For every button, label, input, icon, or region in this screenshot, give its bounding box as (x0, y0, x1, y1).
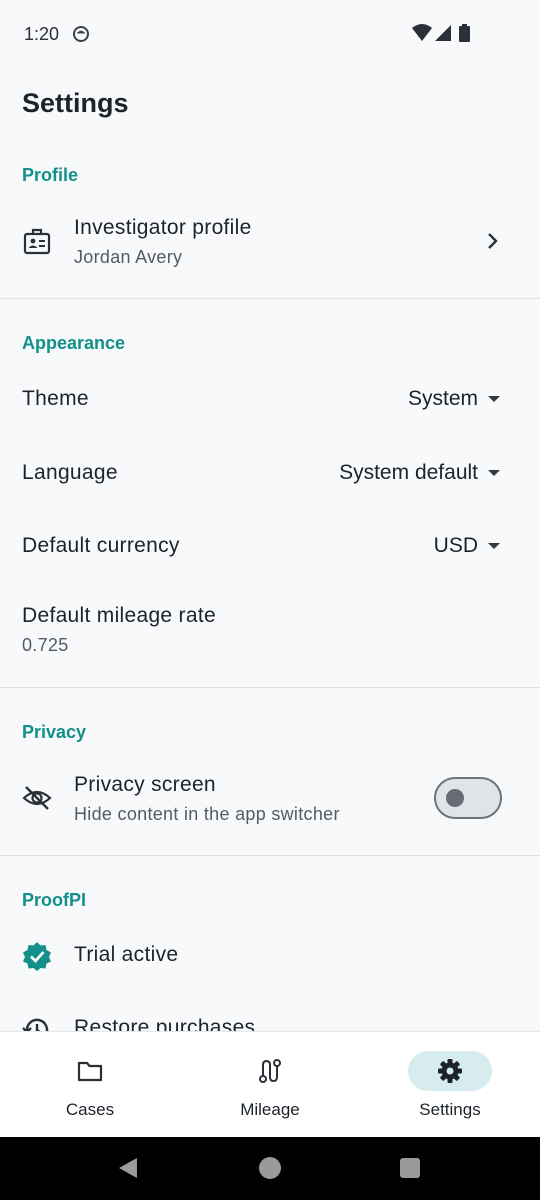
page-title: Settings (22, 88, 129, 118)
restore-purchases-row[interactable]: Restore purchases (0, 995, 540, 1031)
theme-row[interactable]: Theme System (0, 365, 540, 435)
investigator-profile-name: Jordan Avery (74, 247, 183, 267)
recents-icon[interactable] (400, 1158, 420, 1178)
currency-value: USD (433, 534, 478, 557)
nav-icon-container-active (408, 1051, 492, 1091)
divider (0, 687, 540, 688)
route-icon (259, 1059, 281, 1083)
dropdown-arrow-icon (488, 543, 500, 549)
currency-row[interactable]: Default currency USD (0, 512, 540, 582)
history-icon (22, 1018, 49, 1031)
language-row[interactable]: Language System default (0, 439, 540, 509)
theme-dropdown[interactable]: System (408, 387, 500, 411)
nav-label-cases: Cases (65, 1100, 115, 1119)
language-value: System default (339, 461, 478, 484)
mileage-rate-label: Default mileage rate (22, 604, 216, 627)
currency-label: Default currency (22, 534, 180, 557)
currency-dropdown[interactable]: USD (434, 534, 500, 558)
theme-value: System (407, 387, 478, 410)
wifi-icon (412, 24, 432, 41)
section-header-proofpi: ProofPI (22, 890, 87, 910)
nav-item-mileage[interactable]: Mileage (180, 1032, 360, 1138)
badge-icon (23, 228, 51, 255)
system-navigation-bar (0, 1137, 540, 1200)
trial-active-label: Trial active (74, 943, 179, 966)
privacy-screen-toggle[interactable] (434, 777, 502, 819)
dropdown-arrow-icon (488, 396, 500, 402)
theme-label: Theme (22, 387, 89, 410)
chevron-right-icon (488, 233, 498, 249)
status-bar: 1:20 (0, 0, 540, 70)
language-label: Language (22, 461, 118, 484)
toggle-knob (446, 789, 464, 807)
nav-icon-container (228, 1051, 312, 1091)
eye-off-icon (22, 786, 52, 810)
battery-icon (459, 24, 470, 42)
section-header-privacy: Privacy (22, 722, 87, 742)
investigator-profile-title: Investigator profile (74, 216, 252, 239)
gear-icon (438, 1059, 462, 1083)
language-dropdown[interactable]: System default (339, 461, 500, 485)
cellular-icon (435, 25, 451, 41)
nav-item-cases[interactable]: Cases (0, 1032, 180, 1138)
privacy-screen-subtitle: Hide content in the app switcher (74, 804, 340, 824)
divider (0, 298, 540, 299)
nav-icon-container (48, 1051, 132, 1091)
nav-label-mileage: Mileage (240, 1100, 300, 1119)
back-icon[interactable] (117, 1157, 139, 1179)
nav-item-settings[interactable]: Settings (360, 1032, 540, 1138)
folder-icon (77, 1061, 103, 1082)
nav-label-settings: Settings (419, 1100, 481, 1119)
privacy-screen-title: Privacy screen (74, 773, 216, 796)
bottom-navigation: Cases Mileage Settings (0, 1031, 540, 1137)
verified-icon (23, 942, 51, 971)
mileage-rate-row[interactable]: Default mileage rate 0.725 (0, 590, 540, 680)
status-time: 1:20 (24, 24, 60, 44)
home-icon[interactable] (259, 1157, 281, 1179)
dropdown-arrow-icon (488, 470, 500, 476)
investigator-profile-row[interactable]: Investigator profile Jordan Avery (0, 200, 540, 298)
mileage-rate-value: 0.725 (22, 635, 69, 655)
trial-active-row: Trial active (0, 922, 540, 990)
divider (0, 855, 540, 856)
section-header-appearance: Appearance (22, 333, 126, 353)
section-header-profile: Profile (22, 165, 79, 185)
restore-purchases-label: Restore purchases (74, 1016, 256, 1031)
app-notification-icon (73, 26, 89, 42)
